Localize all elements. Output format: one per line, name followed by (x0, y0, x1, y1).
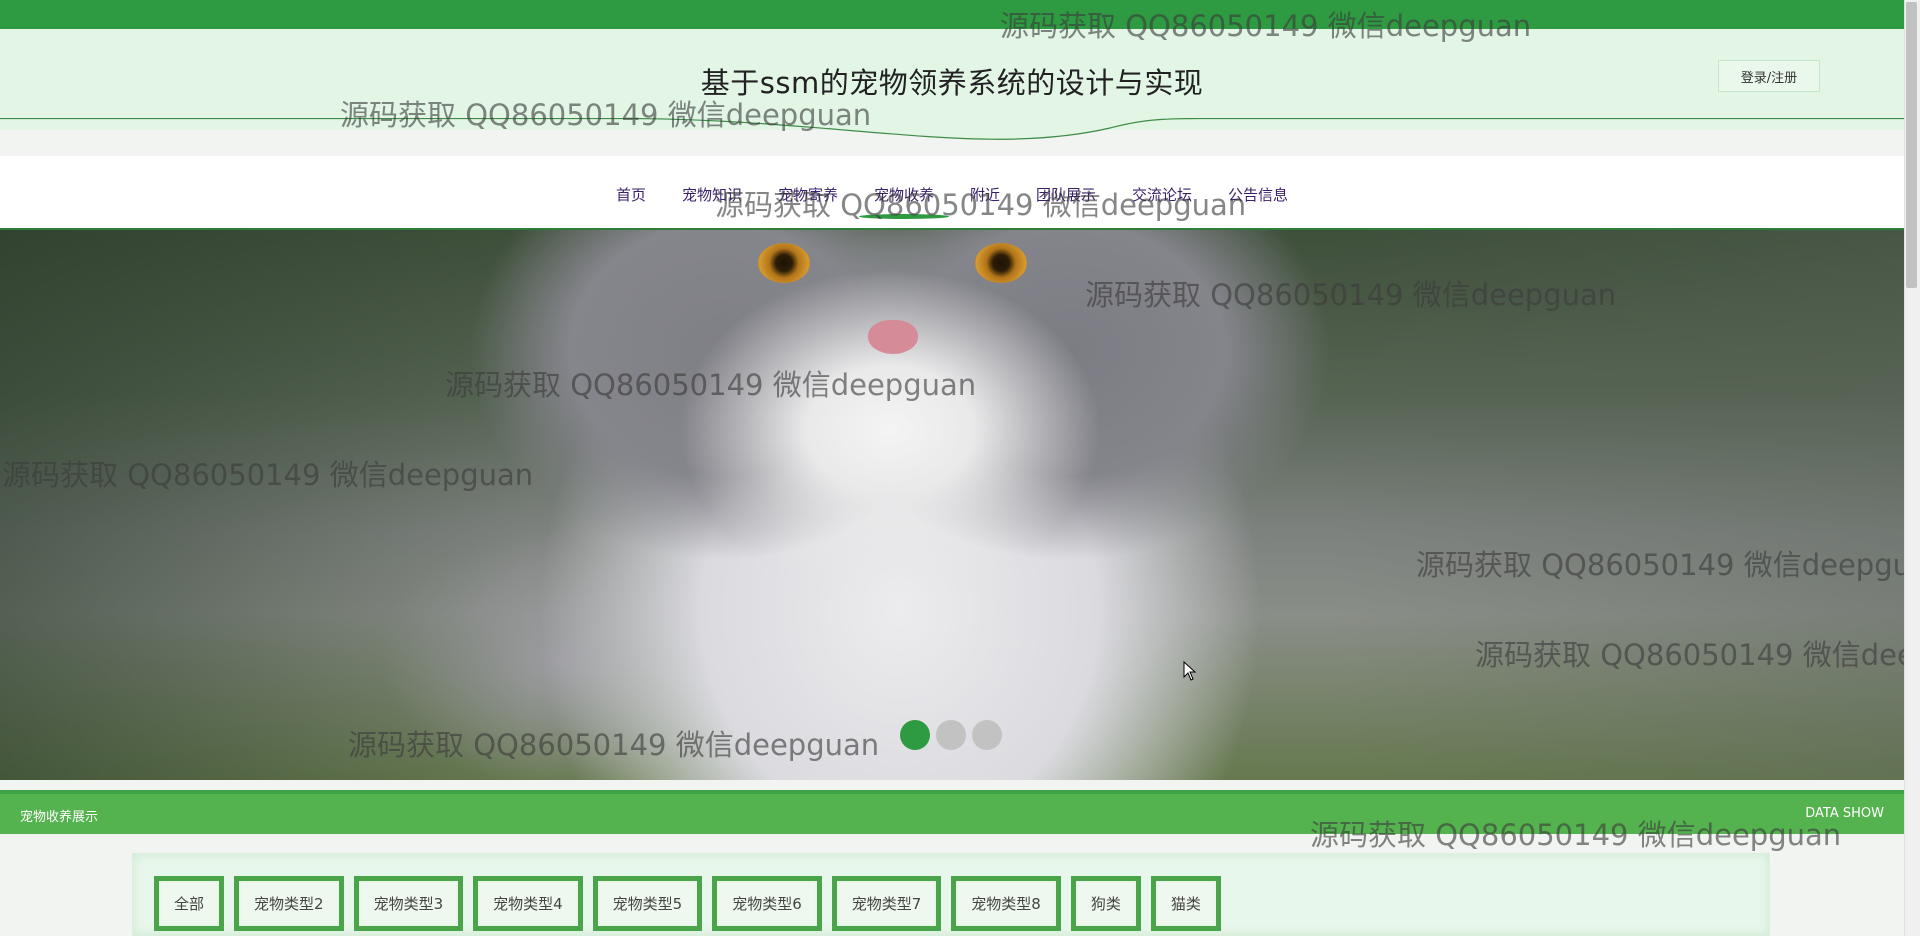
nav-item[interactable]: 交流论坛 (1114, 184, 1210, 205)
filter-button[interactable]: 宠物类型5 (592, 876, 703, 931)
cat-eye-right (975, 243, 1027, 283)
nav-item[interactable]: 团队展示 (1018, 184, 1114, 205)
cat-nose (868, 320, 918, 354)
nav-items: 首页 宠物知识 宠物寄养 宠物收养 附近 团队展示 交流论坛 公告信息 (0, 184, 1904, 219)
section-header-bar: 宠物收养展示 DATA SHOW (0, 790, 1904, 834)
pet-type-filters: 全部 宠物类型2 宠物类型3 宠物类型4 宠物类型5 宠物类型6 宠物类型7 宠物类型8 狗类猫… (154, 876, 1231, 931)
filter-button[interactable]: 宠物类型6 (712, 876, 822, 931)
filter-button[interactable]: 猫类 (1150, 876, 1221, 931)
mouse-pointer-icon (1183, 661, 1197, 681)
carousel-dot[interactable] (900, 720, 930, 750)
section-title: 宠物收养展示 (20, 810, 99, 825)
filter-button[interactable]: 宠物类型3 (353, 876, 464, 931)
nav-item[interactable]: 公告信息 (1210, 184, 1306, 205)
section-subtitle: DATA SHOW (1805, 806, 1884, 821)
filter-button[interactable]: 全部 (154, 876, 225, 931)
filter-button[interactable]: 宠物类型4 (473, 876, 583, 931)
login-register-button[interactable]: 登录/注册 (1718, 60, 1820, 92)
filter-button[interactable]: 宠物类型8 (951, 876, 1061, 931)
nav-item[interactable]: 附近 (952, 184, 1018, 205)
header-curve-divider (0, 118, 1904, 140)
banner-shading (0, 230, 1904, 780)
nav-item[interactable]: 首页 (598, 184, 664, 205)
carousel-dot[interactable] (936, 720, 966, 750)
carousel-dot[interactable] (972, 720, 1002, 750)
filter-button[interactable]: 宠物类型2 (234, 876, 344, 931)
cat-eye-left (758, 243, 810, 283)
site-title: 基于ssm的宠物领养系统的设计与实现 (700, 66, 1204, 100)
hero-banner-image[interactable] (0, 230, 1904, 780)
filter-button[interactable]: 宠物类型7 (831, 876, 942, 931)
filter-button[interactable]: 狗类 (1070, 876, 1141, 931)
scrollbar-thumb[interactable] (1906, 2, 1917, 288)
carousel-indicators (0, 718, 1904, 752)
top-accent-bar (0, 0, 1904, 29)
nav-item[interactable]: 宠物知识 (664, 184, 760, 205)
nav-item[interactable]: 宠物寄养 (760, 184, 856, 205)
nav-item[interactable]: 宠物收养 (856, 184, 952, 219)
